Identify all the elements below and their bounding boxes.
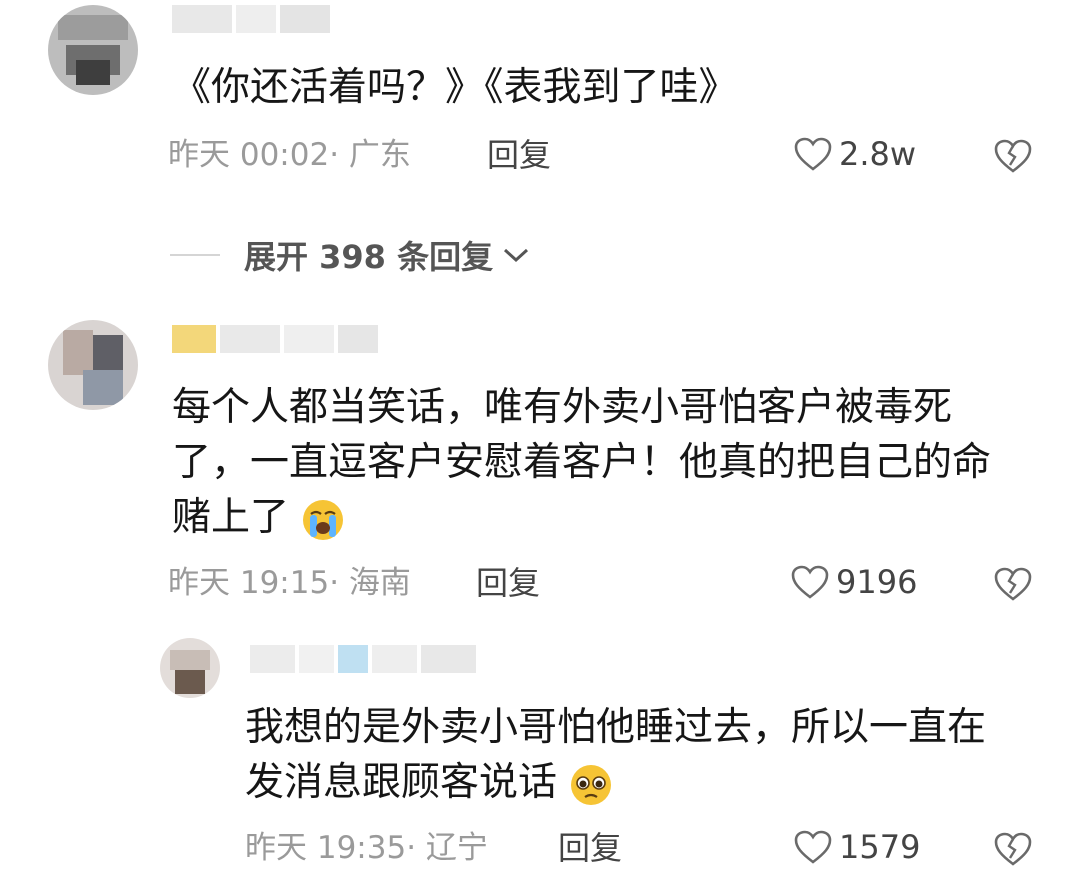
avatar[interactable]: [160, 638, 220, 698]
heart-icon: [791, 565, 829, 599]
dislike-button[interactable]: [993, 831, 1033, 871]
username-blurred[interactable]: [172, 5, 330, 41]
reply-button[interactable]: 回复: [476, 563, 540, 603]
username-blurred[interactable]: [172, 325, 378, 361]
like-button[interactable]: 9196: [790, 563, 917, 601]
expand-replies-button[interactable]: 展开 398 条回复: [170, 232, 531, 278]
comment-location: 辽宁: [425, 830, 488, 866]
like-count: 2.8w: [839, 135, 917, 173]
chevron-down-icon: [504, 248, 529, 263]
expand-replies-label: 展开 398 条回复: [244, 238, 494, 276]
comment-text-content: 每个人都当笑话，唯有外卖小哥怕客户被毒死了，一直逗客户安慰着客户！他真的把自己的…: [172, 385, 992, 540]
comment-time: 昨天 19:15: [168, 565, 330, 601]
comment-meta: 昨天 19:15· 海南: [168, 563, 411, 603]
comment-meta: 昨天 00:02· 广东: [168, 135, 411, 175]
like-button[interactable]: 2.8w: [793, 135, 916, 173]
comment-text: 《你还活着吗？》《表我到了哇》: [172, 65, 738, 110]
heart-icon: [794, 830, 832, 864]
comment-time: 昨天 00:02: [168, 137, 330, 173]
meta-separator: ·: [329, 137, 349, 173]
dislike-button[interactable]: [993, 566, 1033, 606]
broken-heart-icon: [994, 832, 1032, 866]
avatar[interactable]: [48, 320, 138, 410]
comment-location: 广东: [348, 137, 411, 173]
comment-text: 每个人都当笑话，唯有外卖小哥怕客户被毒死了，一直逗客户安慰着客户！他真的把自己的…: [172, 380, 1012, 545]
reply-button[interactable]: 回复: [558, 828, 622, 868]
comment-meta: 昨天 19:35· 辽宁: [245, 828, 488, 868]
comment-text-content: 我想的是外卖小哥怕他睡过去，所以一直在发消息跟顾客说话: [245, 705, 987, 805]
comment-location: 海南: [348, 565, 411, 601]
like-count: 1579: [839, 828, 921, 866]
like-button[interactable]: 1579: [793, 828, 920, 866]
meta-separator: ·: [329, 565, 349, 601]
avatar[interactable]: [48, 5, 138, 95]
pleading-face-icon: [571, 764, 612, 805]
broken-heart-icon: [994, 567, 1032, 601]
comment-time: 昨天 19:35: [245, 830, 407, 866]
comment-text: 我想的是外卖小哥怕他睡过去，所以一直在发消息跟顾客说话: [245, 700, 1015, 810]
reply-button[interactable]: 回复: [487, 135, 551, 175]
broken-heart-icon: [994, 139, 1032, 173]
divider: [170, 254, 220, 256]
dislike-button[interactable]: [993, 138, 1033, 178]
loudly-crying-face-icon: [303, 499, 344, 540]
username-blurred[interactable]: [250, 645, 476, 681]
heart-icon: [794, 137, 832, 171]
meta-separator: ·: [406, 830, 426, 866]
like-count: 9196: [836, 563, 918, 601]
